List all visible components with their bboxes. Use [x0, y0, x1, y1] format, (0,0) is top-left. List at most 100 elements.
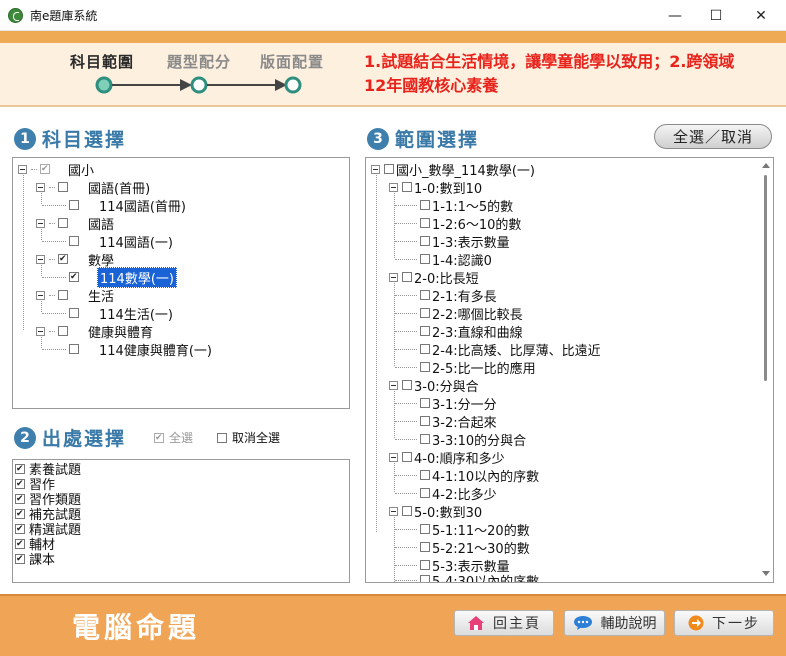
range-node-lesson[interactable]: 5-2:21～30的數 — [395, 538, 530, 557]
tree-node-114-chinese-1[interactable]: 114國語(一) — [42, 232, 173, 251]
range-node-unit[interactable]: 1-0:數到10 — [389, 178, 482, 197]
range-node-lesson[interactable]: 2-5:比一比的應用 — [395, 358, 536, 377]
range-node-unit[interactable]: 2-0:比長短 — [389, 268, 479, 287]
range-checkbox[interactable] — [420, 488, 430, 498]
collapse-toggle-icon[interactable] — [389, 272, 398, 282]
range-checkbox[interactable] — [420, 326, 430, 336]
tree-checkbox[interactable] — [58, 254, 68, 264]
range-checkbox[interactable] — [420, 218, 430, 228]
tree-node-math[interactable]: 數學 — [36, 250, 114, 269]
tree-checkbox[interactable] — [58, 182, 68, 192]
source-item-textbook[interactable]: 課本 — [15, 551, 55, 568]
range-checkbox[interactable] — [420, 416, 430, 426]
range-checkbox[interactable] — [420, 560, 430, 570]
collapse-toggle-icon[interactable] — [18, 164, 27, 174]
range-node-lesson[interactable]: 3-3:10的分與合 — [395, 430, 526, 449]
range-scrollbar[interactable] — [759, 159, 772, 581]
range-node-lesson[interactable]: 3-1:分一分 — [395, 394, 497, 413]
range-checkbox[interactable] — [402, 272, 412, 282]
range-checkbox[interactable] — [402, 182, 412, 192]
scroll-thumb[interactable] — [764, 175, 767, 381]
tree-checkbox[interactable] — [58, 218, 68, 228]
source-checkbox[interactable] — [15, 493, 25, 504]
tree-checkbox[interactable] — [69, 272, 79, 282]
tree-node-chinese[interactable]: 國語 — [36, 214, 114, 233]
clear-all-sources-option[interactable]: 取消全選 — [217, 429, 280, 446]
range-node-lesson[interactable]: 4-2:比多少 — [395, 484, 497, 503]
collapse-toggle-icon[interactable] — [36, 254, 45, 264]
range-node-unit[interactable]: 4-0:順序和多少 — [389, 448, 505, 467]
range-checkbox[interactable] — [420, 200, 430, 210]
range-checkbox[interactable] — [402, 506, 412, 516]
maximize-button[interactable]: ☐ — [696, 0, 736, 31]
collapse-toggle-icon[interactable] — [36, 182, 45, 192]
tree-node-elementary[interactable]: 國小 — [18, 160, 94, 179]
tree-checkbox[interactable] — [69, 344, 79, 354]
range-checkbox[interactable] — [420, 254, 430, 264]
range-node-lesson[interactable]: 1-3:表示數量 — [395, 232, 510, 251]
tree-checkbox[interactable] — [69, 200, 79, 210]
range-node-lesson[interactable]: 1-4:認識0 — [395, 250, 492, 269]
range-node-lesson[interactable]: 1-1:1～5的數 — [395, 196, 513, 215]
range-node-lesson[interactable]: 3-2:合起來 — [395, 412, 497, 431]
range-checkbox[interactable] — [402, 452, 412, 462]
select-all-range-button[interactable]: 全選／取消 — [654, 124, 772, 149]
collapse-toggle-icon[interactable] — [389, 452, 398, 462]
range-checkbox[interactable] — [402, 380, 412, 390]
range-node-unit[interactable]: 3-0:分與合 — [389, 376, 479, 395]
range-checkbox[interactable] — [420, 344, 430, 354]
collapse-toggle-icon[interactable] — [36, 290, 45, 300]
source-list-panel[interactable]: 素養試題 習作 習作類題 補充試題 精選試題 輔材 課本 — [12, 459, 350, 583]
next-step-button[interactable]: 下一步 — [674, 610, 774, 636]
subject-tree-panel[interactable]: 國小 國語(首冊) 114國語(首冊) 國語 114國語(一) 數學 114數學… — [12, 157, 350, 409]
range-node-lesson[interactable]: 2-4:比高矮、比厚薄、比遠近 — [395, 340, 601, 359]
range-checkbox[interactable] — [420, 398, 430, 408]
collapse-toggle-icon[interactable] — [389, 380, 398, 390]
source-checkbox[interactable] — [15, 538, 25, 549]
range-checkbox[interactable] — [420, 542, 430, 552]
range-node-unit[interactable]: 5-0:數到30 — [389, 502, 482, 521]
range-node-lesson[interactable]: 2-1:有多長 — [395, 286, 497, 305]
collapse-toggle-icon[interactable] — [389, 506, 398, 516]
range-checkbox[interactable] — [420, 290, 430, 300]
source-checkbox[interactable] — [15, 478, 25, 489]
collapse-toggle-icon[interactable] — [371, 164, 380, 174]
source-checkbox[interactable] — [15, 508, 25, 519]
scroll-up-icon[interactable] — [762, 163, 770, 168]
tree-checkbox[interactable] — [58, 326, 68, 336]
tree-node-114-life-1[interactable]: 114生活(一) — [42, 304, 173, 323]
home-button[interactable]: 回主頁 — [454, 610, 554, 636]
scroll-down-icon[interactable] — [762, 571, 770, 576]
select-all-checkbox[interactable] — [154, 432, 164, 443]
collapse-toggle-icon[interactable] — [36, 218, 45, 228]
range-node-lesson[interactable]: 2-3:直線和曲線 — [395, 322, 523, 341]
collapse-toggle-icon[interactable] — [389, 182, 398, 192]
range-node-lesson[interactable]: 1-2:6～10的數 — [395, 214, 521, 233]
minimize-button[interactable]: — — [655, 0, 695, 31]
range-checkbox[interactable] — [384, 164, 394, 174]
range-node-lesson[interactable]: 5-1:11～20的數 — [395, 520, 530, 539]
range-node-lesson[interactable]: 2-2:哪個比較長 — [395, 304, 523, 323]
range-checkbox[interactable] — [420, 362, 430, 372]
range-node-root[interactable]: 國小_數學_114數學(一) — [371, 160, 535, 179]
tree-checkbox[interactable] — [40, 164, 50, 174]
clear-all-checkbox[interactable] — [217, 432, 227, 443]
close-button[interactable]: ✕ — [741, 0, 781, 31]
tree-node-114-health-pe-1[interactable]: 114健康與體育(一) — [42, 340, 212, 359]
tree-checkbox[interactable] — [69, 236, 79, 246]
range-checkbox[interactable] — [420, 308, 430, 318]
tree-node-114-math-1[interactable]: 114數學(一) — [42, 266, 177, 288]
range-checkbox[interactable] — [420, 236, 430, 246]
source-checkbox[interactable] — [15, 523, 25, 534]
help-button[interactable]: 輔助說明 — [564, 610, 665, 636]
tree-checkbox[interactable] — [58, 290, 68, 300]
source-checkbox[interactable] — [15, 553, 25, 564]
tree-node-health-pe[interactable]: 健康與體育 — [36, 322, 153, 341]
collapse-toggle-icon[interactable] — [36, 326, 45, 336]
range-checkbox[interactable] — [420, 524, 430, 534]
range-tree-panel[interactable]: 國小_數學_114數學(一) 1-0:數到10 1-1:1～5的數 1-2:6～… — [365, 157, 774, 583]
tree-node-chinese-first[interactable]: 國語(首冊) — [36, 178, 150, 197]
range-checkbox[interactable] — [420, 434, 430, 444]
range-checkbox[interactable] — [420, 575, 430, 582]
range-checkbox[interactable] — [420, 470, 430, 480]
